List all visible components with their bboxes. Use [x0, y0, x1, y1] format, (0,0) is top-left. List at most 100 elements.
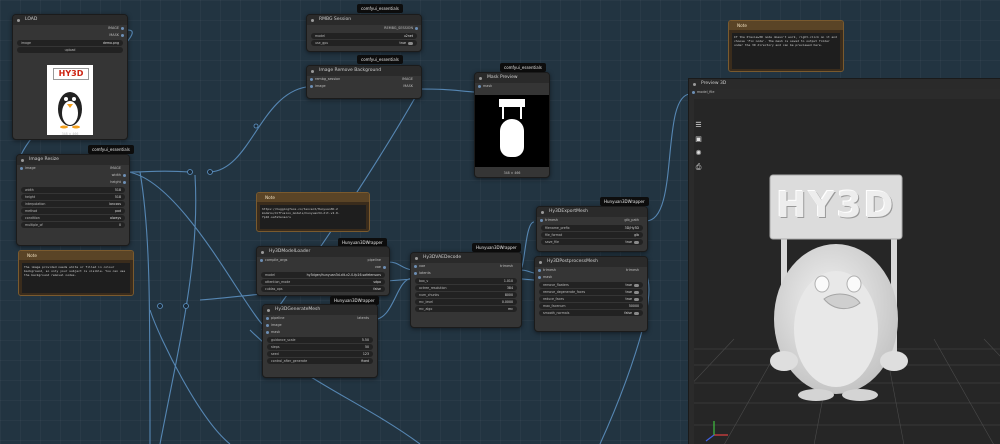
control-after-generate-select[interactable]: control_after_generate fixed: [267, 358, 373, 364]
node-mask-preview[interactable]: Mask Preview mask 348 × 466: [474, 72, 550, 178]
input-trimesh[interactable]: trimesh glb_path: [537, 217, 647, 224]
model-select[interactable]: model u2net: [311, 33, 417, 39]
node-image-resize[interactable]: Image Resize image IMAGE width height wid…: [16, 154, 130, 246]
note-title[interactable]: Note: [257, 193, 369, 202]
node-preview-3d[interactable]: Preview 3D model_file HY3D ☰ ▣ ✺ ⎙: [688, 78, 1000, 444]
use-gpu-toggle[interactable]: use_gpu true: [311, 40, 417, 46]
output-height[interactable]: height: [17, 179, 129, 186]
node-hy3d-export-mesh[interactable]: Hy3DExportMesh trimesh glb_path filename_…: [536, 206, 648, 252]
attention-mode-select[interactable]: attention_mode sdpa: [261, 279, 385, 285]
toggle-icon: [634, 297, 639, 301]
note-title[interactable]: Note: [19, 251, 133, 260]
input-mask[interactable]: mask: [475, 83, 549, 90]
light-icon[interactable]: ✺: [694, 149, 703, 158]
node-title[interactable]: Hy3DVAEDecode: [411, 253, 521, 263]
seed-field[interactable]: seed 123: [267, 351, 373, 357]
reduce-faces-toggle[interactable]: reduce_faces true: [539, 296, 643, 302]
note-left[interactable]: Note The image provided needs white or f…: [18, 250, 134, 296]
input-image[interactable]: image MASK: [307, 83, 421, 90]
node-image-remove-background[interactable]: Image Remove Background rembg_session IMA…: [306, 65, 422, 99]
input-trimesh[interactable]: trimesh trimesh: [535, 267, 647, 274]
node-title[interactable]: Hy3DModelLoader: [257, 247, 389, 257]
node-title[interactable]: Hy3DPostprocessMesh: [535, 257, 647, 267]
note-title[interactable]: Note: [729, 21, 843, 30]
wire-resize-to-generate: [127, 171, 263, 325]
input-vae[interactable]: vae trimesh: [411, 263, 521, 270]
wire-hub-to-removebg: [209, 86, 307, 173]
output-width[interactable]: width: [17, 172, 129, 179]
filename-prefix-field[interactable]: filename_prefix 3D/Hy3D: [541, 225, 643, 231]
output-vae[interactable]: vae: [257, 264, 389, 271]
input-pipeline[interactable]: pipeline latents: [263, 315, 377, 322]
node-rmbg-session[interactable]: RMBG Session REMBG_SESSION model u2net us…: [306, 14, 422, 52]
node-hy3d-vae-decode[interactable]: Hy3DVAEDecode vae trimesh latents box_v 1.…: [410, 252, 522, 328]
node-title[interactable]: Hy3DExportMesh: [537, 207, 647, 217]
note-text[interactable]: The image provided needs white or filled…: [22, 263, 130, 293]
node-title[interactable]: Image Remove Background: [307, 66, 421, 76]
node-title[interactable]: LOAD: [13, 15, 127, 25]
menu-icon[interactable]: ☰: [694, 121, 703, 130]
width-field[interactable]: width 518: [21, 187, 125, 193]
mc-algo-select[interactable]: mc_algo mc: [415, 306, 517, 312]
camera-icon[interactable]: ▣: [694, 135, 703, 144]
badge-remove-bg: comfyui_essentials: [357, 55, 403, 64]
note-right[interactable]: Note If the Preview3D node doesn't work,…: [728, 20, 844, 72]
octree-resolution-field[interactable]: octree_resolution 384: [415, 285, 517, 291]
node-title[interactable]: RMBG Session: [307, 15, 421, 25]
wire-loose-left: [149, 309, 231, 444]
export-icon[interactable]: ⎙: [694, 163, 703, 172]
badge-export-mesh: Hunyuan3DWrapper: [600, 197, 649, 206]
note-middle[interactable]: Note https://huggingface.co/tencent/Huny…: [256, 192, 370, 232]
input-mask[interactable]: mask: [535, 274, 647, 281]
remove-degenerate-faces-toggle[interactable]: remove_degenerate_faces true: [539, 289, 643, 295]
save-file-toggle[interactable]: save_file true: [541, 239, 643, 245]
node-title[interactable]: Hy3DGenerateMesh: [263, 305, 377, 315]
multiple-of-field[interactable]: multiple_of 0: [21, 222, 125, 228]
num-chunks-field[interactable]: num_chunks 8000: [415, 292, 517, 298]
model-select[interactable]: model hy3dgen/hunyuan3d-dit-v2-0-fp16.saf…: [261, 272, 385, 278]
wire-reroute-dot: [183, 303, 189, 309]
mc-level-field[interactable]: mc_level 0.0000: [415, 299, 517, 305]
input-latents[interactable]: latents: [411, 270, 521, 277]
output-image[interactable]: IMAGE: [13, 25, 127, 32]
image-select[interactable]: image demo.png: [17, 40, 123, 46]
box-v-field[interactable]: box_v 1.010: [415, 278, 517, 284]
input-image[interactable]: image: [263, 322, 377, 329]
node-title[interactable]: Image Resize: [17, 155, 129, 165]
condition-select[interactable]: condition always: [21, 215, 125, 221]
cublas-ops-toggle[interactable]: cublas_ops false: [261, 286, 385, 292]
interpolation-select[interactable]: interpolation lanczos: [21, 201, 125, 207]
max-facenum-field[interactable]: max_facenum 50000: [539, 303, 643, 309]
node-title[interactable]: Preview 3D: [689, 79, 1000, 89]
steps-field[interactable]: steps 50: [267, 344, 373, 350]
toggle-icon: [634, 311, 639, 315]
output-session[interactable]: REMBG_SESSION: [307, 25, 421, 32]
node-hy3d-postprocess-mesh[interactable]: Hy3DPostprocessMesh trimesh trimesh mask …: [534, 256, 648, 332]
note-text[interactable]: https://huggingface.co/tencent/Hunyuan3D…: [260, 205, 366, 229]
badge-rmbg-session: comfyui_essentials: [357, 4, 403, 13]
node-load-image[interactable]: LOAD IMAGE MASK image demo.png upload HY3…: [12, 14, 128, 140]
mask-size-caption: 348 × 466: [503, 171, 521, 175]
method-select[interactable]: method pad: [21, 208, 125, 214]
file-format-select[interactable]: file_format glb: [541, 232, 643, 238]
input-mask[interactable]: mask: [263, 329, 377, 336]
image-size-caption: 348 × 466: [61, 132, 79, 136]
3d-viewport[interactable]: HY3D: [694, 99, 1000, 444]
input-model-file[interactable]: model_file: [689, 89, 1000, 97]
node-graph-canvas[interactable]: LOAD IMAGE MASK image demo.png upload HY3…: [0, 0, 1000, 444]
upload-button[interactable]: upload: [17, 47, 123, 53]
badge-image-resize: comfyui_essentials: [88, 145, 134, 154]
input-compile-args[interactable]: compile_args pipeline: [257, 257, 389, 264]
remove-floaters-toggle[interactable]: remove_floaters true: [539, 282, 643, 288]
wire-reroute-dot: [187, 169, 193, 175]
node-hy3d-model-loader[interactable]: Hy3DModelLoader compile_args pipeline vae…: [256, 246, 390, 296]
height-field[interactable]: height 518: [21, 194, 125, 200]
input-image[interactable]: image IMAGE: [17, 165, 129, 172]
smooth-normals-toggle[interactable]: smooth_normals false: [539, 310, 643, 316]
node-hy3d-generate-mesh[interactable]: Hy3DGenerateMesh pipeline latents image m…: [262, 304, 378, 378]
output-mask[interactable]: MASK: [13, 32, 127, 39]
input-session[interactable]: rembg_session IMAGE: [307, 76, 421, 83]
guidance-scale-field[interactable]: guidance_scale 5.50: [267, 337, 373, 343]
note-text[interactable]: If the Preview3D node doesn't work, righ…: [732, 33, 840, 69]
node-title[interactable]: Mask Preview: [475, 73, 549, 83]
